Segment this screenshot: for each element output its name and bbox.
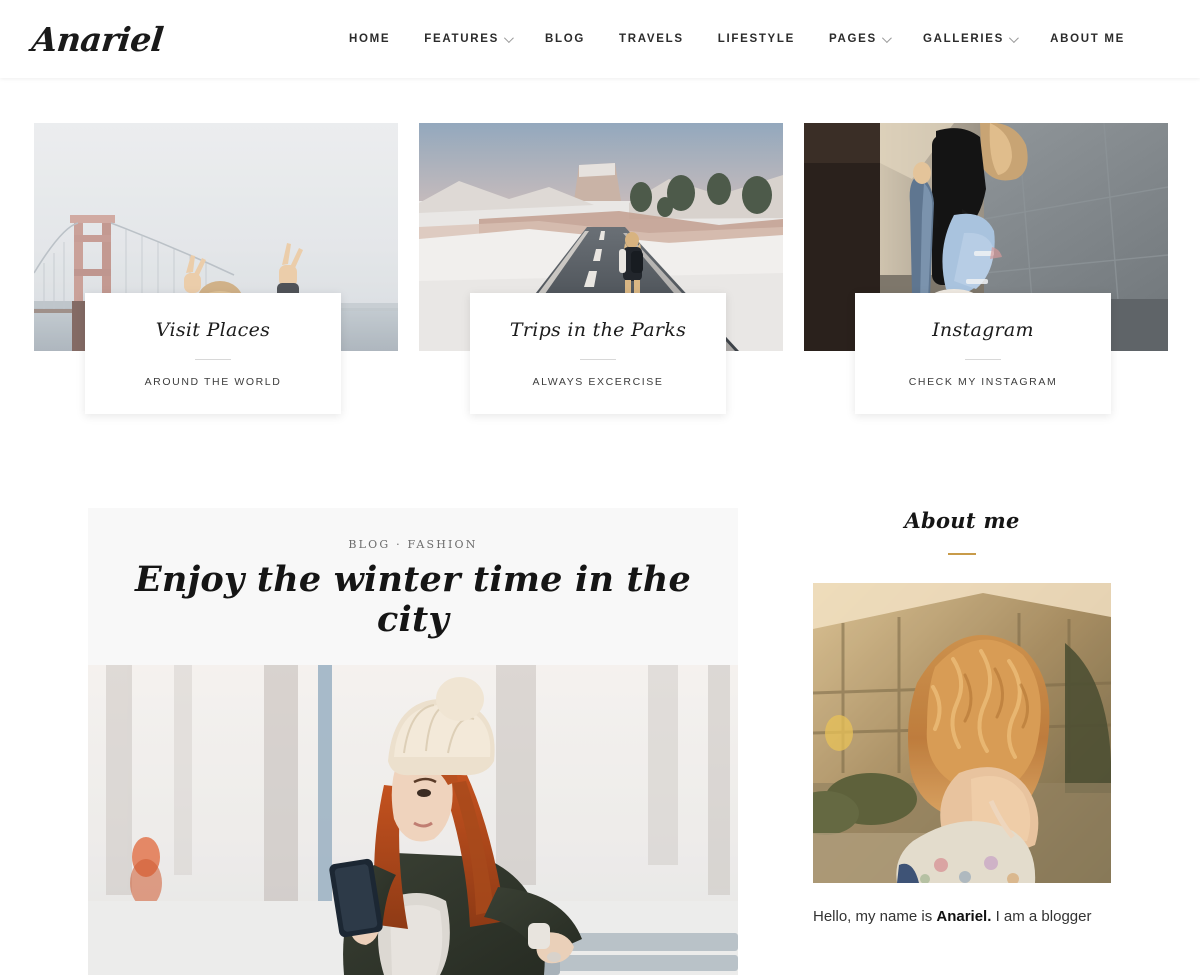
featured-post-header: BLOG · FASHION Enjoy the winter time in … bbox=[88, 508, 738, 665]
promo-card-subtitle: CHECK MY INSTAGRAM bbox=[908, 375, 1058, 388]
site-logo[interactable]: Anariel bbox=[26, 20, 165, 59]
nav-item-label: PAGES bbox=[829, 33, 877, 45]
post-image[interactable] bbox=[88, 664, 738, 975]
promo-card-title: Trips in the Parks bbox=[509, 319, 687, 341]
nav-item-label: HOME bbox=[348, 33, 391, 45]
nav-item-label: BLOG bbox=[544, 33, 586, 45]
promo-card-caption[interactable]: Visit Places AROUND THE WORLD bbox=[85, 293, 341, 414]
nav-item-about-me[interactable]: ABOUT ME bbox=[1033, 33, 1142, 45]
nav-item-pages[interactable]: PAGES bbox=[812, 32, 906, 45]
about-me-accent-divider bbox=[948, 553, 976, 555]
nav-item-label: TRAVELS bbox=[619, 33, 684, 45]
promo-card[interactable]: Instagram CHECK MY INSTAGRAM bbox=[804, 123, 1168, 414]
about-me-bio: Hello, my name is Anariel. I am a blogge… bbox=[813, 905, 1111, 929]
promo-cards-row: Visit Places AROUND THE WORLD Trips in t… bbox=[0, 78, 1200, 414]
nav-item-label: GALLERIES bbox=[922, 33, 1005, 45]
nav-item-features[interactable]: FEATURES bbox=[407, 32, 528, 45]
chevron-down-icon bbox=[881, 32, 892, 43]
chevron-down-icon bbox=[1009, 32, 1019, 43]
promo-card-subtitle: AROUND THE WORLD bbox=[144, 375, 282, 388]
promo-card-caption[interactable]: Trips in the Parks ALWAYS EXCERCISE bbox=[470, 293, 726, 414]
promo-card-subtitle: ALWAYS EXCERCISE bbox=[532, 375, 664, 388]
promo-card-title: Instagram bbox=[932, 319, 1034, 341]
post-title[interactable]: Enjoy the winter time in the city bbox=[108, 559, 718, 641]
featured-post: BLOG · FASHION Enjoy the winter time in … bbox=[88, 508, 738, 975]
nav-item-label: LIFESTYLE bbox=[717, 33, 796, 45]
chevron-down-icon bbox=[503, 32, 514, 43]
nav-item-label: ABOUT ME bbox=[1050, 33, 1125, 45]
promo-card-divider bbox=[580, 358, 616, 360]
nav-item-label: FEATURES bbox=[424, 33, 499, 45]
nav-item-home[interactable]: HOME bbox=[332, 33, 407, 45]
main-navigation: HOME FEATURES BLOG TRAVELS LIFESTYLE PAGES GAL… bbox=[332, 32, 1172, 45]
promo-card[interactable]: Visit Places AROUND THE WORLD bbox=[34, 123, 398, 414]
about-me-heading: About me bbox=[904, 508, 1020, 533]
site-header: Anariel HOME FEATURES BLOG TRAVELS LIFESTYLE… bbox=[0, 0, 1200, 78]
lower-section: BLOG · FASHION Enjoy the winter time in … bbox=[0, 408, 1200, 975]
nav-item-lifestyle[interactable]: LIFESTYLE bbox=[701, 33, 812, 45]
promo-card-caption[interactable]: Instagram CHECK MY INSTAGRAM bbox=[855, 293, 1111, 414]
about-me-image[interactable] bbox=[813, 583, 1111, 883]
promo-card-divider bbox=[965, 358, 1001, 360]
about-me-widget: About me Hello, my name is Anariel. I am… bbox=[813, 508, 1111, 975]
promo-card-title: Visit Places bbox=[155, 319, 271, 341]
nav-item-travels[interactable]: TRAVELS bbox=[602, 33, 701, 45]
nav-item-blog[interactable]: BLOG bbox=[528, 33, 602, 45]
nav-item-galleries[interactable]: GALLERIES bbox=[906, 32, 1033, 45]
post-categories[interactable]: BLOG · FASHION bbox=[108, 538, 718, 551]
promo-card-divider bbox=[195, 358, 231, 360]
promo-card[interactable]: Trips in the Parks ALWAYS EXCERCISE bbox=[419, 123, 783, 414]
